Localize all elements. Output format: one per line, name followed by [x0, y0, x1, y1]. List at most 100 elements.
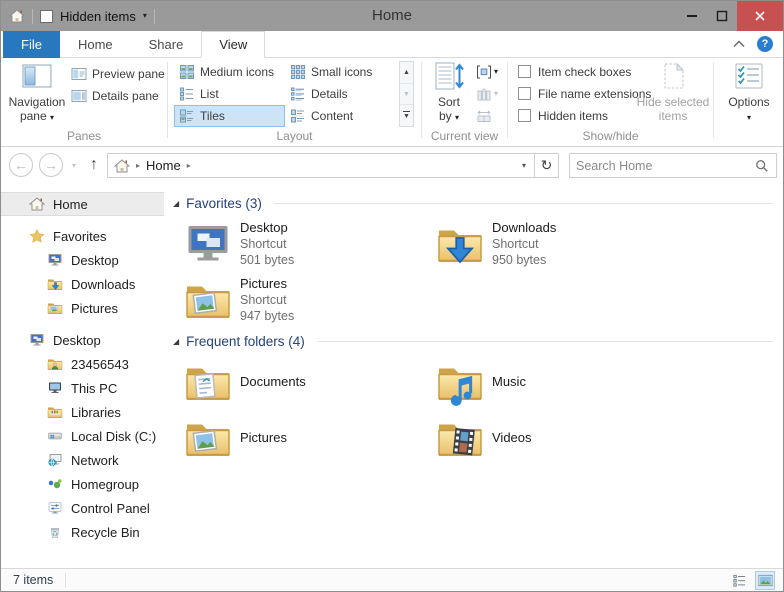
hidden-items-option[interactable]: Hidden items: [518, 107, 608, 124]
sidebar-item-recycle-bin[interactable]: Recycle Bin: [1, 520, 164, 544]
thumbnail-view-button[interactable]: [755, 571, 775, 590]
layout-content[interactable]: Content: [285, 105, 396, 127]
size-columns-icon: [476, 108, 492, 124]
sort-by-button[interactable]: Sort by ▾: [426, 60, 472, 123]
preview-pane-button[interactable]: Preview pane: [71, 63, 165, 84]
tab-view[interactable]: View: [201, 31, 265, 58]
qat-hidden-items-checkbox[interactable]: [40, 10, 53, 23]
gallery-scroll-up[interactable]: ▲: [400, 62, 413, 84]
group-header-favorites[interactable]: ◢ Favorites (3): [173, 194, 773, 212]
maximize-icon: [715, 9, 729, 23]
maximize-button[interactable]: [707, 1, 737, 31]
folder-tile-videos[interactable]: Videos: [436, 414, 681, 462]
minimize-icon: [687, 15, 697, 17]
address-dropdown-icon[interactable]: ▾: [514, 161, 534, 170]
sidebar-item-desktop[interactable]: Desktop: [1, 248, 164, 272]
file-tile-pictures[interactable]: Pictures Shortcut 947 bytes: [184, 276, 429, 324]
sidebar-item-local-disk-c[interactable]: Local Disk (C:): [1, 424, 164, 448]
collapse-ribbon-icon[interactable]: [733, 40, 745, 48]
items-view: ◢ Favorites (3) Desktop Shortcut 501 byt…: [164, 184, 783, 568]
tab-file[interactable]: File: [3, 31, 60, 58]
sidebar-item-favorites[interactable]: Favorites: [1, 224, 164, 248]
navigation-pane-button[interactable]: Navigation pane ▾: [7, 60, 67, 123]
sidebar-item-pictures[interactable]: Pictures: [1, 296, 164, 320]
content-icon: [290, 108, 306, 124]
hidden-items-checkbox[interactable]: [518, 109, 531, 122]
refresh-button[interactable]: ↻: [534, 153, 558, 178]
sidebar-item-control-panel[interactable]: Control Panel: [1, 496, 164, 520]
app-home-icon: [9, 8, 25, 24]
breadcrumb-chevron-icon[interactable]: ▸: [136, 161, 140, 170]
tab-home[interactable]: Home: [60, 31, 131, 58]
up-icon: ↑: [90, 156, 98, 174]
group-header-rule: [274, 203, 773, 204]
options-button[interactable]: Options ▾: [721, 60, 777, 123]
breadcrumb-home[interactable]: Home: [146, 158, 181, 173]
forward-button[interactable]: →: [39, 153, 63, 177]
gallery-more-button[interactable]: ▼: [400, 105, 413, 126]
navigation-pane: Home Favorites Desktop Downloads Picture…: [1, 184, 164, 568]
back-button[interactable]: ←: [9, 153, 33, 177]
ribbon: Navigation pane ▾ Preview pane Det: [1, 58, 783, 147]
desktop-icon: [29, 332, 45, 348]
search-icon[interactable]: [755, 159, 769, 173]
item-check-boxes-option[interactable]: Item check boxes: [518, 63, 631, 80]
sidebar-item-network[interactable]: Network: [1, 448, 164, 472]
qat-dropdown-icon[interactable]: ▾: [143, 12, 147, 20]
folder-tile-pictures[interactable]: Pictures: [184, 414, 429, 462]
sidebar-item-home[interactable]: Home: [1, 192, 164, 216]
file-tile-downloads[interactable]: Downloads Shortcut 950 bytes: [436, 220, 681, 268]
sidebar-item-libraries[interactable]: Libraries: [1, 400, 164, 424]
recent-locations-button[interactable]: ▾: [67, 153, 81, 177]
sidebar-item-desktop-root[interactable]: Desktop: [1, 328, 164, 352]
help-icon[interactable]: ?: [757, 36, 773, 52]
details-pane-button[interactable]: Details pane: [71, 85, 159, 106]
window-controls: [677, 1, 783, 31]
search-input[interactable]: [570, 159, 755, 173]
layout-list[interactable]: List: [174, 83, 285, 105]
hide-selected-items-icon: [657, 60, 689, 92]
item-check-boxes-checkbox[interactable]: [518, 65, 531, 78]
gallery-scroll-down[interactable]: ▼: [400, 84, 413, 106]
folder-tile-documents[interactable]: Documents: [184, 358, 429, 406]
hide-selected-items-button[interactable]: Hide selected items: [636, 60, 710, 123]
sidebar-item-downloads[interactable]: Downloads: [1, 272, 164, 296]
collapse-group-icon[interactable]: ◢: [173, 337, 179, 346]
group-header-frequent-folders[interactable]: ◢ Frequent folders (4): [173, 332, 773, 350]
downloads-folder-icon: [47, 276, 63, 292]
close-button[interactable]: [737, 1, 783, 31]
navigation-pane-icon: [21, 60, 53, 92]
desktop-icon: [47, 252, 63, 268]
layout-medium-icons[interactable]: Medium icons: [174, 61, 285, 83]
sidebar-item-homegroup[interactable]: Homegroup: [1, 472, 164, 496]
options-icon: [733, 60, 765, 92]
minimize-button[interactable]: [677, 1, 707, 31]
recycle-bin-icon: [47, 524, 63, 540]
dropdown-caret-icon: ▾: [455, 113, 459, 122]
file-name-extensions-checkbox[interactable]: [518, 87, 531, 100]
group-header-rule: [317, 341, 773, 342]
sidebar-item-this-pc[interactable]: This PC: [1, 376, 164, 400]
title-bar[interactable]: Home Hidden items ▾: [1, 1, 783, 31]
details-view-button[interactable]: [729, 571, 749, 590]
qat-separator: [154, 9, 155, 24]
file-name-extensions-option[interactable]: File name extensions: [518, 85, 651, 102]
sidebar-item-user-folder[interactable]: 23456543: [1, 352, 164, 376]
up-button[interactable]: ↑: [85, 153, 103, 177]
address-bar[interactable]: ▸ Home ▸ ▾ ↻: [107, 153, 559, 178]
group-by-button[interactable]: ▾: [476, 61, 498, 82]
layout-tiles[interactable]: Tiles: [174, 105, 285, 127]
size-columns-to-fit-button[interactable]: [476, 105, 492, 126]
ribbon-tab-row: File Home Share View ?: [1, 31, 783, 58]
file-tile-desktop[interactable]: Desktop Shortcut 501 bytes: [184, 220, 429, 268]
add-columns-button[interactable]: ▾: [476, 83, 498, 104]
details-view-icon: [732, 573, 747, 588]
pictures-folder-icon: [184, 276, 232, 324]
layout-details[interactable]: Details: [285, 83, 396, 105]
collapse-group-icon[interactable]: ◢: [173, 199, 179, 208]
tab-share[interactable]: Share: [131, 31, 202, 58]
folder-tile-music[interactable]: Music: [436, 358, 681, 406]
breadcrumb-chevron-icon[interactable]: ▸: [187, 161, 191, 170]
layout-gallery-scrollbar: ▲ ▼ ▼: [399, 61, 414, 127]
layout-small-icons[interactable]: Small icons: [285, 61, 396, 83]
